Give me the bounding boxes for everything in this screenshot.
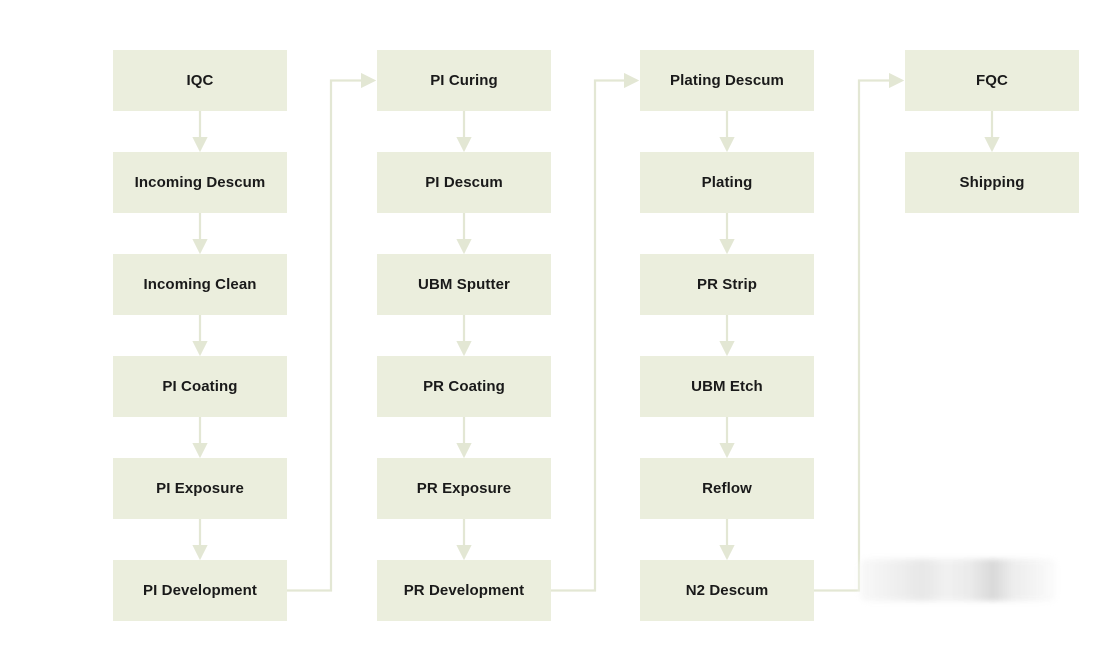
process-node-label: UBM Etch [691,377,763,395]
process-node-iqc[interactable]: IQC [113,50,287,111]
process-node-label: PR Exposure [416,479,512,497]
process-node-label: PR Coating [423,377,505,395]
process-node-label: Incoming Clean [143,275,257,293]
process-node-label: Reflow [702,479,752,497]
process-node-label: Incoming Descum [134,173,266,191]
process-node-pi-descum[interactable]: PI Descum [377,152,551,213]
process-node-n2-descum[interactable]: N2 Descum [640,560,814,621]
process-node-pi-curing[interactable]: PI Curing [377,50,551,111]
process-node-label: UBM Sputter [418,275,510,293]
wrap-connector-0-to-1 [287,72,377,592]
process-node-label: PI Descum [425,173,503,191]
process-node-label: IQC [186,71,214,89]
process-node-plating-descum[interactable]: Plating Descum [640,50,814,111]
diagram-canvas: IQC Incoming Descum Incoming Clean PI Coati… [0,0,1116,671]
process-node-plating[interactable]: Plating [640,152,814,213]
process-node-label: N2 Descum [685,581,769,599]
process-node-label: Plating [701,173,753,191]
process-node-pi-coating[interactable]: PI Coating [113,356,287,417]
process-node-pi-exposure[interactable]: PI Exposure [113,458,287,519]
process-node-pr-strip[interactable]: PR Strip [640,254,814,315]
process-node-label: FQC [976,71,1008,89]
process-node-label: PI Curing [430,71,498,89]
blurred-watermark [860,559,1056,601]
process-node-label: PI Coating [162,377,238,395]
process-node-label: Plating Descum [670,71,784,89]
process-node-label: PR Development [403,581,525,599]
process-node-incoming-clean[interactable]: Incoming Clean [113,254,287,315]
process-node-pr-development[interactable]: PR Development [377,560,551,621]
process-node-pi-development[interactable]: PI Development [113,560,287,621]
process-node-label: Shipping [959,173,1025,191]
process-node-label: PR Strip [697,275,757,293]
wrap-connector-2-to-3 [814,72,905,592]
process-node-ubm-sputter[interactable]: UBM Sputter [377,254,551,315]
process-node-label: PI Exposure [156,479,244,497]
process-node-pr-exposure[interactable]: PR Exposure [377,458,551,519]
process-node-reflow[interactable]: Reflow [640,458,814,519]
process-node-fqc[interactable]: FQC [905,50,1079,111]
process-node-incoming-descum[interactable]: Incoming Descum [113,152,287,213]
process-node-ubm-etch[interactable]: UBM Etch [640,356,814,417]
process-node-label: PI Development [143,581,257,599]
connector-group [192,72,1000,592]
process-node-pr-coating[interactable]: PR Coating [377,356,551,417]
wrap-connector-1-to-2 [551,72,640,592]
process-node-shipping[interactable]: Shipping [905,152,1079,213]
